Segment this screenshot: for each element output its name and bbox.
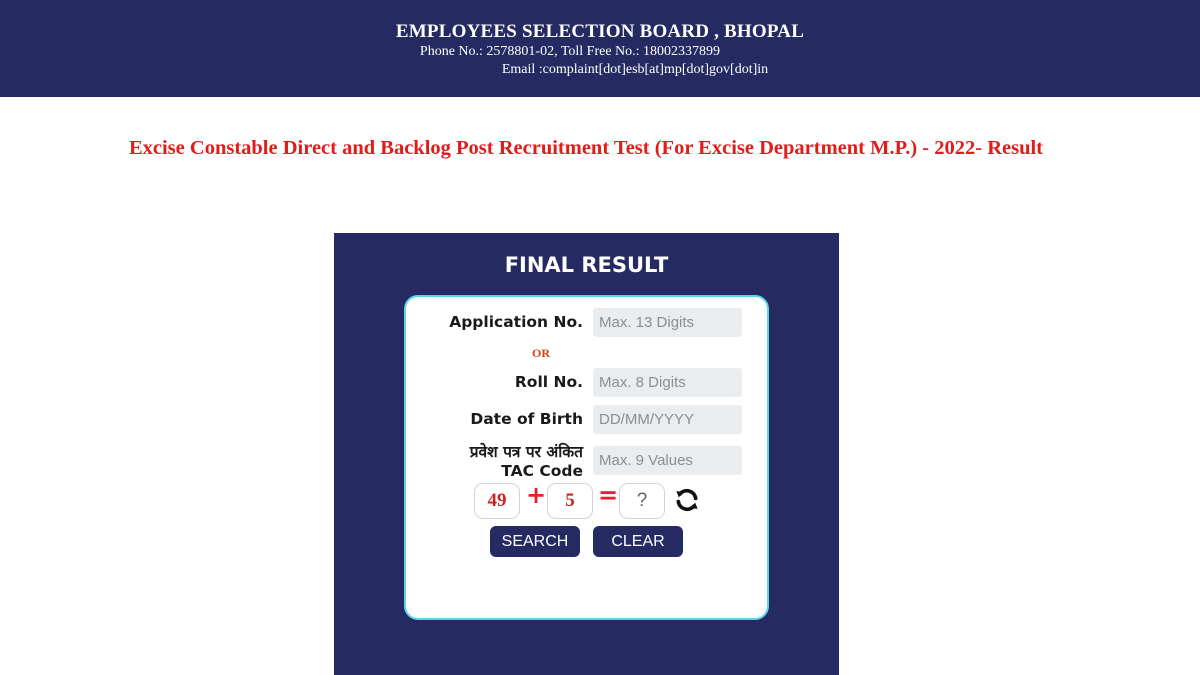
roll-no-input[interactable] [593,368,742,397]
captcha-operator: + [526,481,547,509]
dob-label: Date of Birth [470,410,583,428]
application-no-label: Application No. [449,313,583,331]
tac-label-hindi: प्रवेश पत्र पर अंकित [469,443,583,461]
page-title: Excise Constable Direct and Backlog Post… [128,137,1044,159]
captcha-equals: = [598,481,619,509]
refresh-icon[interactable] [674,487,700,513]
phone-line: Phone No.: 2578801-02, Toll Free No.: 18… [419,44,721,59]
tac-code-input[interactable] [593,446,742,475]
roll-no-label: Roll No. [514,373,583,391]
clear-button[interactable]: CLEAR [593,526,683,557]
org-name: EMPLOYEES SELECTION BOARD , BHOPAL [395,21,805,42]
result-panel: FINAL RESULT Application No. OR Roll No.… [334,233,839,675]
email-line: Email :complaint[dot]esb[at]mp[dot]gov[d… [501,62,769,77]
result-form-card: Application No. OR Roll No. Date of Birt… [404,295,769,620]
captcha-operand-2: 5 [547,483,593,519]
dob-input[interactable] [593,405,742,434]
panel-title: FINAL RESULT [504,253,669,277]
tac-label: TAC Code [501,462,583,480]
or-separator: OR [532,346,550,360]
search-button[interactable]: SEARCH [490,526,580,557]
site-header: EMPLOYEES SELECTION BOARD , BHOPAL Phone… [0,0,1200,97]
application-no-input[interactable] [593,308,742,337]
captcha-answer-input[interactable] [619,483,665,519]
captcha-operand-1: 49 [474,483,520,519]
